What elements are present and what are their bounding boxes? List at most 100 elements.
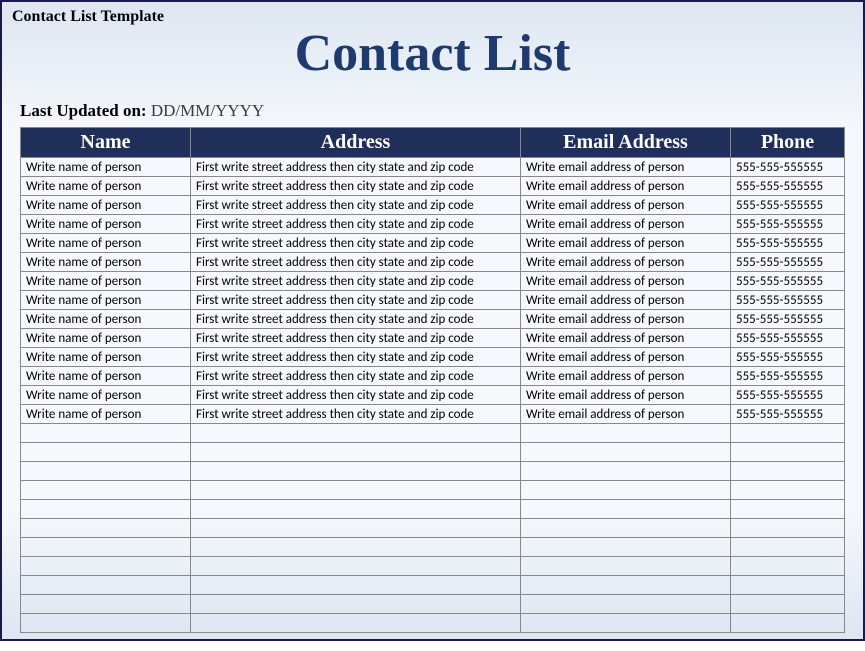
cell-email[interactable]: Write email address of person — [521, 272, 731, 291]
cell-phone[interactable]: 555-555-555555 — [731, 386, 845, 405]
cell-email[interactable]: Write email address of person — [521, 348, 731, 367]
cell-name[interactable]: Write name of person — [21, 272, 191, 291]
cell-email[interactable]: Write email address of person — [521, 196, 731, 215]
cell-name[interactable] — [21, 424, 191, 443]
cell-phone[interactable]: 555-555-555555 — [731, 234, 845, 253]
cell-address[interactable]: First write street address then city sta… — [191, 215, 521, 234]
cell-phone[interactable]: 555-555-555555 — [731, 348, 845, 367]
cell-name[interactable] — [21, 462, 191, 481]
cell-name[interactable]: Write name of person — [21, 196, 191, 215]
cell-address[interactable]: First write street address then city sta… — [191, 177, 521, 196]
cell-address[interactable]: First write street address then city sta… — [191, 348, 521, 367]
cell-phone[interactable]: 555-555-555555 — [731, 405, 845, 424]
cell-address[interactable] — [191, 557, 521, 576]
cell-phone[interactable] — [731, 443, 845, 462]
cell-email[interactable] — [521, 576, 731, 595]
cell-email[interactable]: Write email address of person — [521, 253, 731, 272]
cell-email[interactable]: Write email address of person — [521, 177, 731, 196]
cell-address[interactable] — [191, 614, 521, 633]
cell-name[interactable] — [21, 614, 191, 633]
cell-email[interactable]: Write email address of person — [521, 386, 731, 405]
cell-phone[interactable] — [731, 538, 845, 557]
cell-address[interactable]: First write street address then city sta… — [191, 234, 521, 253]
cell-address[interactable]: First write street address then city sta… — [191, 291, 521, 310]
cell-email[interactable] — [521, 481, 731, 500]
cell-phone[interactable] — [731, 424, 845, 443]
cell-name[interactable]: Write name of person — [21, 367, 191, 386]
cell-phone[interactable]: 555-555-555555 — [731, 310, 845, 329]
cell-name[interactable]: Write name of person — [21, 348, 191, 367]
cell-name[interactable]: Write name of person — [21, 386, 191, 405]
cell-name[interactable] — [21, 557, 191, 576]
cell-email[interactable] — [521, 614, 731, 633]
cell-email[interactable] — [521, 557, 731, 576]
cell-email[interactable] — [521, 595, 731, 614]
cell-phone[interactable] — [731, 576, 845, 595]
cell-name[interactable]: Write name of person — [21, 405, 191, 424]
cell-email[interactable]: Write email address of person — [521, 234, 731, 253]
cell-email[interactable] — [521, 424, 731, 443]
cell-address[interactable]: First write street address then city sta… — [191, 253, 521, 272]
cell-address[interactable] — [191, 519, 521, 538]
cell-phone[interactable] — [731, 462, 845, 481]
cell-email[interactable] — [521, 538, 731, 557]
cell-address[interactable]: First write street address then city sta… — [191, 196, 521, 215]
cell-name[interactable] — [21, 595, 191, 614]
cell-address[interactable] — [191, 595, 521, 614]
cell-address[interactable] — [191, 500, 521, 519]
cell-phone[interactable]: 555-555-555555 — [731, 272, 845, 291]
cell-address[interactable] — [191, 424, 521, 443]
cell-phone[interactable]: 555-555-555555 — [731, 329, 845, 348]
cell-address[interactable] — [191, 538, 521, 557]
cell-name[interactable]: Write name of person — [21, 215, 191, 234]
cell-name[interactable]: Write name of person — [21, 234, 191, 253]
cell-email[interactable] — [521, 443, 731, 462]
cell-name[interactable]: Write name of person — [21, 310, 191, 329]
cell-phone[interactable]: 555-555-555555 — [731, 215, 845, 234]
cell-email[interactable]: Write email address of person — [521, 215, 731, 234]
cell-phone[interactable] — [731, 595, 845, 614]
cell-email[interactable]: Write email address of person — [521, 367, 731, 386]
cell-phone[interactable]: 555-555-555555 — [731, 367, 845, 386]
cell-phone[interactable]: 555-555-555555 — [731, 158, 845, 177]
cell-name[interactable] — [21, 576, 191, 595]
cell-name[interactable] — [21, 519, 191, 538]
cell-email[interactable]: Write email address of person — [521, 310, 731, 329]
cell-phone[interactable] — [731, 481, 845, 500]
cell-name[interactable]: Write name of person — [21, 329, 191, 348]
cell-phone[interactable] — [731, 557, 845, 576]
cell-phone[interactable]: 555-555-555555 — [731, 177, 845, 196]
cell-address[interactable]: First write street address then city sta… — [191, 405, 521, 424]
cell-email[interactable]: Write email address of person — [521, 158, 731, 177]
cell-email[interactable] — [521, 500, 731, 519]
cell-email[interactable]: Write email address of person — [521, 329, 731, 348]
cell-phone[interactable] — [731, 614, 845, 633]
cell-email[interactable] — [521, 519, 731, 538]
cell-address[interactable]: First write street address then city sta… — [191, 272, 521, 291]
cell-address[interactable]: First write street address then city sta… — [191, 329, 521, 348]
cell-name[interactable]: Write name of person — [21, 253, 191, 272]
cell-address[interactable] — [191, 576, 521, 595]
cell-name[interactable] — [21, 443, 191, 462]
cell-address[interactable]: First write street address then city sta… — [191, 367, 521, 386]
cell-phone[interactable] — [731, 519, 845, 538]
cell-address[interactable] — [191, 462, 521, 481]
cell-address[interactable]: First write street address then city sta… — [191, 158, 521, 177]
cell-address[interactable] — [191, 481, 521, 500]
cell-address[interactable] — [191, 443, 521, 462]
cell-email[interactable]: Write email address of person — [521, 291, 731, 310]
cell-name[interactable] — [21, 538, 191, 557]
cell-phone[interactable]: 555-555-555555 — [731, 291, 845, 310]
cell-name[interactable]: Write name of person — [21, 291, 191, 310]
cell-name[interactable] — [21, 500, 191, 519]
cell-name[interactable]: Write name of person — [21, 158, 191, 177]
cell-address[interactable]: First write street address then city sta… — [191, 386, 521, 405]
cell-name[interactable]: Write name of person — [21, 177, 191, 196]
cell-name[interactable] — [21, 481, 191, 500]
cell-email[interactable] — [521, 462, 731, 481]
cell-address[interactable]: First write street address then city sta… — [191, 310, 521, 329]
cell-phone[interactable] — [731, 500, 845, 519]
cell-email[interactable]: Write email address of person — [521, 405, 731, 424]
cell-phone[interactable]: 555-555-555555 — [731, 196, 845, 215]
cell-phone[interactable]: 555-555-555555 — [731, 253, 845, 272]
